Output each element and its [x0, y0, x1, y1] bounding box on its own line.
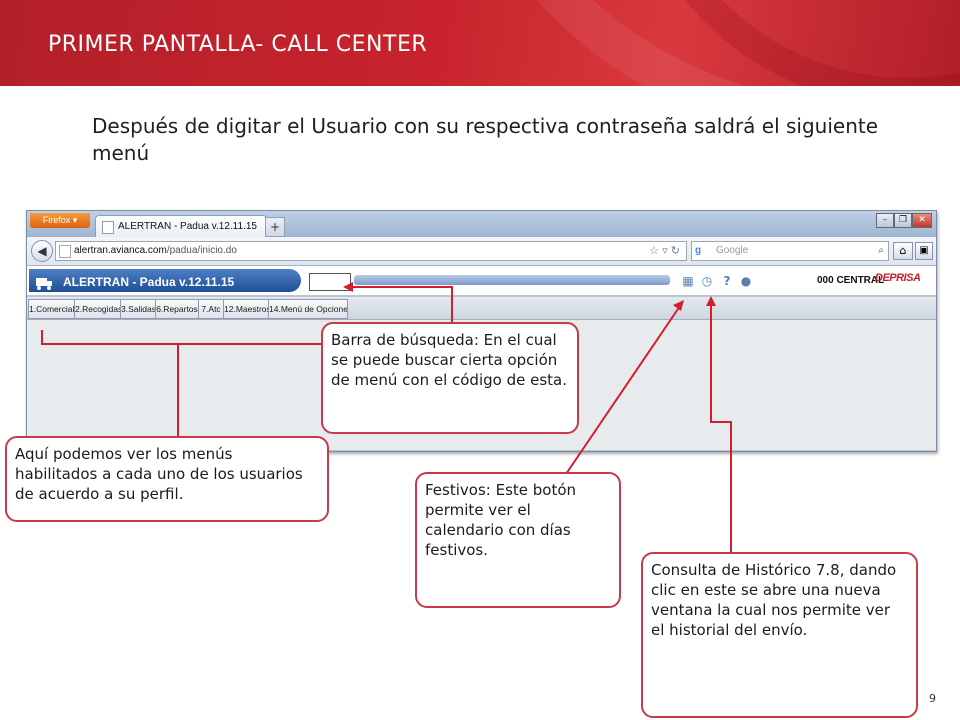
clock-icon[interactable]: ◷ [700, 274, 714, 288]
page-icon [102, 221, 114, 234]
title-banner: PRIMER PANTALLA- CALL CENTER [0, 0, 960, 86]
search-box[interactable]: g Google ⌕ [691, 241, 889, 261]
deprisa-logo: DEPRISA [875, 272, 921, 284]
menu-tab-repartos[interactable]: 6.Repartos [155, 299, 199, 319]
menu-icon[interactable]: ▣ [915, 242, 933, 260]
app-title: ALERTRAN - Padua v.12.11.15 [63, 275, 235, 289]
menu-search-input[interactable] [309, 273, 351, 291]
firefox-menu-button[interactable]: Firefox ▾ [30, 213, 90, 228]
calendar-icon[interactable]: ▦ [681, 274, 695, 288]
minimize-button[interactable]: – [876, 213, 894, 228]
app-status-bar [354, 275, 670, 285]
app-header: ALERTRAN - Padua v.12.11.15 ▦ ◷ ? ● 000 … [27, 266, 936, 295]
search-icon[interactable]: ⌕ [878, 242, 884, 260]
app-title-bar: ALERTRAN - Padua v.12.11.15 [29, 269, 301, 292]
menu-tab-salidas[interactable]: 3.Salidas [120, 299, 156, 319]
site-icon [59, 245, 71, 258]
back-arrow-icon[interactable]: ◀ [31, 240, 53, 262]
maximize-button[interactable]: ❐ [894, 213, 912, 228]
url-host: alertran.avianca.com [74, 245, 167, 256]
browser-navbar: ◀ alertran.avianca.com/padua/inicio.do ☆… [27, 237, 936, 266]
callout-festivos: Festivos: Este botón permite ver el cale… [415, 472, 621, 608]
help-icon[interactable]: ? [720, 274, 734, 288]
main-menu-bar: 1.Comercial 2.Recogidas 3.Salidas 6.Repa… [27, 297, 936, 320]
search-placeholder: Google [716, 245, 749, 256]
menu-tab-recogidas[interactable]: 2.Recogidas [74, 299, 121, 319]
tab-title: ALERTRAN - Padua v.12.11.15 [118, 221, 257, 232]
bookmark-star-icon[interactable]: ☆ ▿ ↻ [649, 242, 680, 260]
slide-title: PRIMER PANTALLA- CALL CENTER [48, 32, 428, 57]
browser-tab[interactable]: ALERTRAN - Padua v.12.11.15 [95, 215, 267, 238]
menu-tab-maestros[interactable]: 12.Maestros [223, 299, 269, 319]
menu-tab-comercial[interactable]: 1.Comercial [28, 299, 75, 319]
page-number: 9 [929, 692, 936, 705]
menu-tab-menu-de-opciones[interactable]: 14.Menú de Opciones [268, 299, 348, 319]
url-path: /padua/inicio.do [166, 245, 237, 256]
intro-text: Después de digitar el Usuario con su res… [92, 114, 879, 165]
home-icon[interactable]: ⌂ [893, 242, 913, 260]
callout-busqueda: Barra de búsqueda: En el cual se puede b… [321, 322, 579, 434]
callout-menus: Aquí podemos ver los menús habilitados a… [5, 436, 329, 522]
browser-titlebar: Firefox ▾ ALERTRAN - Padua v.12.11.15 + … [27, 211, 936, 238]
truck-icon [36, 278, 52, 290]
menu-tab-atc[interactable]: 7.Atc [198, 299, 224, 319]
new-tab-button[interactable]: + [265, 217, 285, 237]
google-icon: g [695, 245, 702, 256]
user-icon[interactable]: ● [739, 274, 753, 288]
close-button[interactable]: ✕ [912, 213, 932, 228]
callout-historico: Consulta de Histórico 7.8, dando clic en… [641, 552, 918, 718]
address-bar[interactable]: alertran.avianca.com/padua/inicio.do ☆ ▿… [55, 241, 687, 261]
